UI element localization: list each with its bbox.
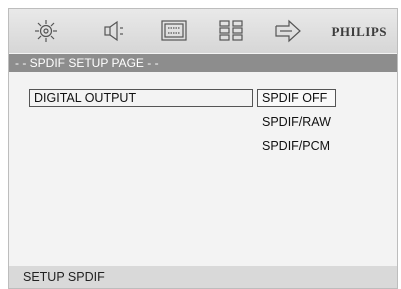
status-bar: SETUP SPDIF [9,266,397,288]
spdif-setup-screen: PHILIPS - - SPDIF SETUP PAGE - - DIGITAL… [8,8,398,289]
setup-toolbar: PHILIPS [9,9,397,53]
option-spdif-pcm[interactable]: SPDIF/PCM [257,137,336,155]
grid-icon[interactable] [216,18,246,44]
brand-logo: PHILIPS [331,24,387,39]
spdif-options-list: SPDIF OFF SPDIF/RAW SPDIF/PCM [257,89,336,161]
option-spdif-raw[interactable]: SPDIF/RAW [257,113,336,131]
speaker-icon[interactable] [99,18,129,44]
arrow-icon[interactable] [273,18,303,44]
digital-output-option[interactable]: DIGITAL OUTPUT [29,89,253,107]
monitor-icon[interactable] [159,18,189,44]
option-spdif-off[interactable]: SPDIF OFF [257,89,336,107]
gear-icon[interactable] [31,18,61,44]
page-title: - - SPDIF SETUP PAGE - - [9,54,397,72]
